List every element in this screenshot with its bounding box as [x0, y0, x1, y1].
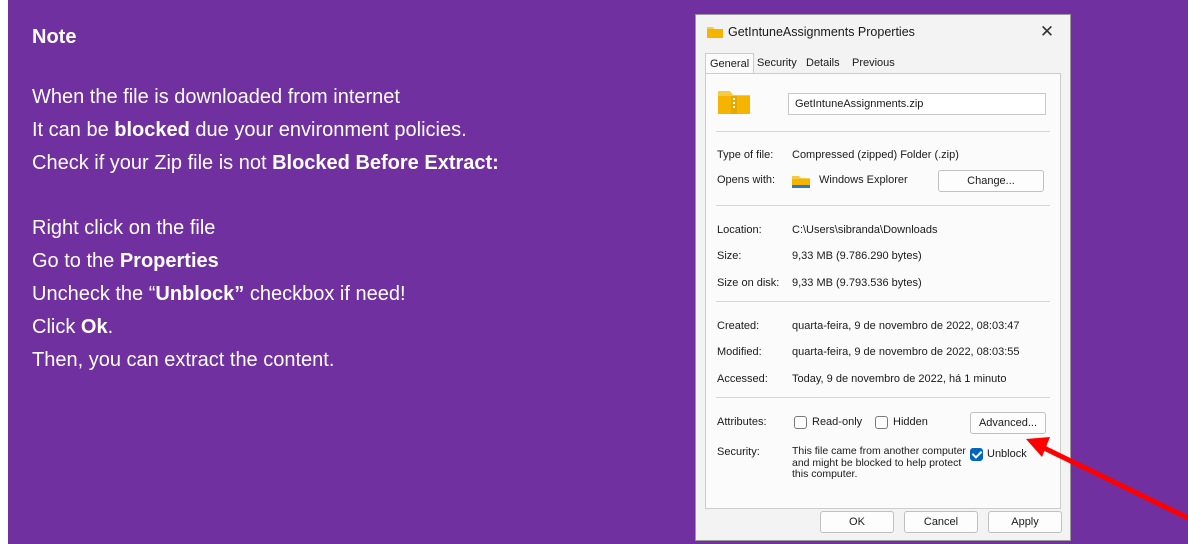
- note-step-4-pre: Click: [32, 316, 81, 338]
- note-line-2: It can be blocked due your environment p…: [32, 114, 499, 147]
- security-warning-text: This file came from another computer and…: [792, 445, 966, 480]
- created-value: quarta-feira, 9 de novembro de 2022, 08:…: [792, 320, 1020, 332]
- read-only-checkbox[interactable]: [794, 416, 807, 429]
- accessed-label: Accessed:: [717, 373, 768, 385]
- note-line-2-pre: It can be: [32, 119, 115, 141]
- slide-background: Note When the file is downloaded from in…: [8, 0, 1188, 544]
- zip-folder-icon: [718, 88, 750, 114]
- size-on-disk-value: 9,33 MB (9.793.536 bytes): [792, 277, 922, 289]
- dialog-titlebar[interactable]: GetIntuneAssignments Properties ✕: [696, 15, 1070, 49]
- note-line-1-text: When the file is downloaded from interne…: [32, 86, 400, 108]
- note-line-2-bold: blocked: [114, 119, 190, 141]
- separator: [716, 301, 1050, 302]
- note-step-4-post: .: [107, 316, 114, 338]
- modified-label: Modified:: [717, 346, 762, 358]
- folder-icon: [707, 25, 723, 38]
- note-step-3-bold: Unblock”: [155, 283, 245, 305]
- note-line-3-bold: Blocked Before Extract:: [272, 152, 499, 174]
- tab-details[interactable]: Details: [802, 55, 844, 72]
- note-step-3-post: checkbox if need!: [244, 283, 406, 305]
- dialog-title: GetIntuneAssignments Properties: [728, 25, 915, 39]
- separator: [716, 397, 1050, 398]
- tab-general[interactable]: General: [705, 53, 755, 74]
- created-label: Created:: [717, 320, 760, 332]
- note-line-3: Check if your Zip file is not Blocked Be…: [32, 147, 499, 180]
- separator: [716, 205, 1050, 206]
- note-step-2-pre: Go to the: [32, 250, 120, 272]
- read-only-label: Read-only: [812, 416, 863, 428]
- change-button[interactable]: Change...: [938, 170, 1044, 192]
- general-panel: GetIntuneAssignments.zip Type of file: C…: [705, 73, 1061, 509]
- size-label: Size:: [717, 250, 742, 262]
- note-step-4: Click Ok.: [32, 311, 499, 344]
- windows-explorer-icon: [792, 174, 810, 188]
- hidden-label: Hidden: [893, 416, 928, 428]
- ok-button[interactable]: OK: [820, 511, 894, 533]
- arrow-shaft: [1040, 444, 1188, 521]
- opens-with-label: Opens with:: [717, 174, 776, 186]
- note-title: Note: [32, 26, 77, 48]
- note-step-1-text: Right click on the file: [32, 217, 216, 239]
- note-step-1: Right click on the file: [32, 212, 499, 245]
- security-label: Security:: [717, 446, 760, 458]
- note-step-3: Uncheck the “Unblock” checkbox if need!: [32, 278, 499, 311]
- tab-previous-versions[interactable]: Previous Versions: [848, 55, 899, 86]
- note-line-3-pre: Check if your Zip file is not: [32, 152, 273, 174]
- red-pointer-arrow: [1026, 437, 1188, 521]
- note-text-block: Note When the file is downloaded from in…: [32, 26, 499, 377]
- attributes-label: Attributes:: [717, 416, 767, 428]
- location-value: C:\Users\sibranda\Downloads: [792, 224, 938, 236]
- note-step-5: Then, you can extract the content.: [32, 344, 499, 377]
- note-step-2: Go to the Properties: [32, 245, 499, 278]
- unblock-checkbox[interactable]: [970, 448, 983, 461]
- note-line-2-post: due your environment policies.: [189, 119, 467, 141]
- note-step-5-text: Then, you can extract the content.: [32, 349, 335, 371]
- close-icon[interactable]: ✕: [1036, 21, 1058, 43]
- size-on-disk-label: Size on disk:: [717, 277, 780, 289]
- modified-value: quarta-feira, 9 de novembro de 2022, 08:…: [792, 346, 1020, 358]
- filename-field[interactable]: GetIntuneAssignments.zip: [788, 93, 1046, 115]
- separator: [716, 131, 1050, 132]
- size-value: 9,33 MB (9.786.290 bytes): [792, 250, 922, 262]
- cancel-button[interactable]: Cancel: [904, 511, 978, 533]
- note-line-1: When the file is downloaded from interne…: [32, 81, 499, 114]
- opens-with-value: Windows Explorer: [819, 174, 908, 186]
- tab-security[interactable]: Security: [753, 55, 801, 72]
- location-label: Location:: [717, 224, 762, 236]
- note-step-4-bold: Ok: [80, 316, 108, 338]
- accessed-value: Today, 9 de novembro de 2022, há 1 minut…: [792, 373, 1007, 385]
- hidden-checkbox[interactable]: [875, 416, 888, 429]
- type-of-file-value: Compressed (zipped) Folder (.zip): [792, 149, 959, 161]
- note-step-3-pre: Uncheck the “: [32, 283, 156, 305]
- type-of-file-label: Type of file:: [717, 149, 774, 161]
- note-step-2-bold: Properties: [119, 250, 219, 272]
